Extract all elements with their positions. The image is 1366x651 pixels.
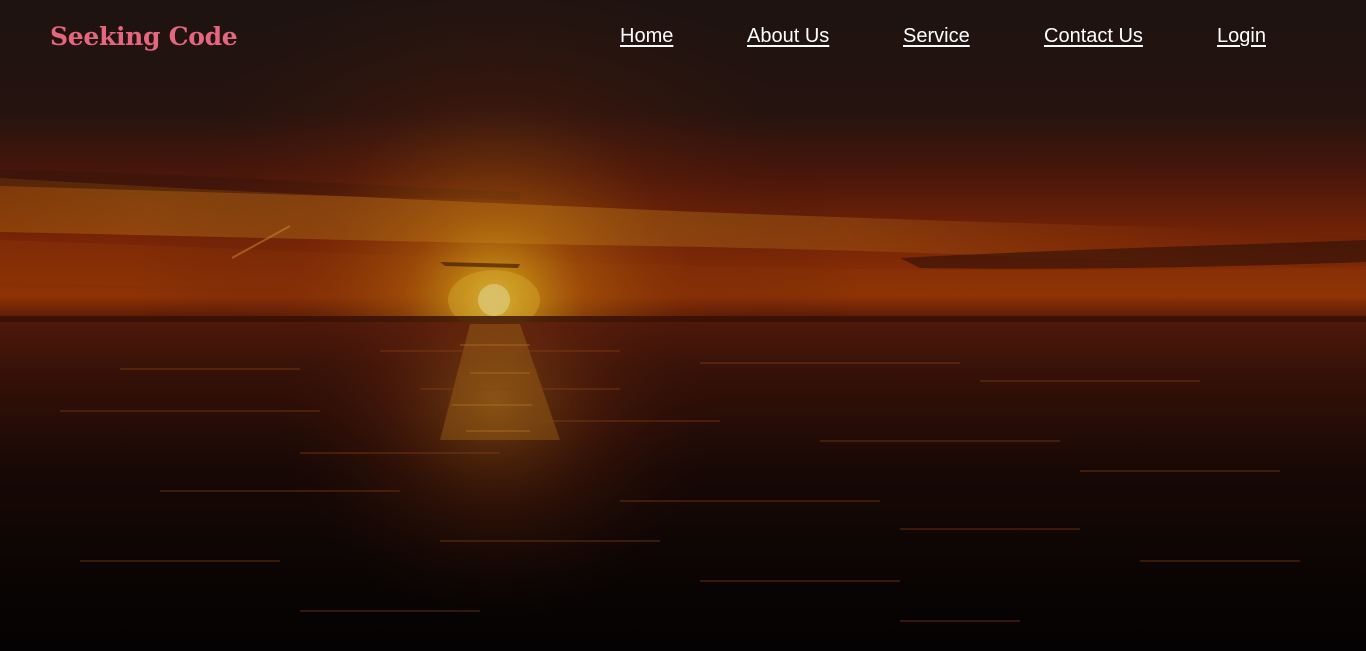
landing-page: Seeking Code Home About Us Service Conta…	[0, 0, 1366, 651]
top-navbar: Seeking Code Home About Us Service Conta…	[0, 0, 1366, 75]
nav-link-about-us[interactable]: About Us	[747, 22, 829, 50]
brand-logo-text[interactable]: Seeking Code	[50, 20, 238, 54]
nav-link-login[interactable]: Login	[1217, 22, 1266, 50]
nav-link-contact-us[interactable]: Contact Us	[1044, 22, 1143, 50]
nav-link-service[interactable]: Service	[903, 22, 970, 50]
hero-background-image	[0, 0, 1366, 651]
nav-link-home[interactable]: Home	[620, 22, 673, 50]
